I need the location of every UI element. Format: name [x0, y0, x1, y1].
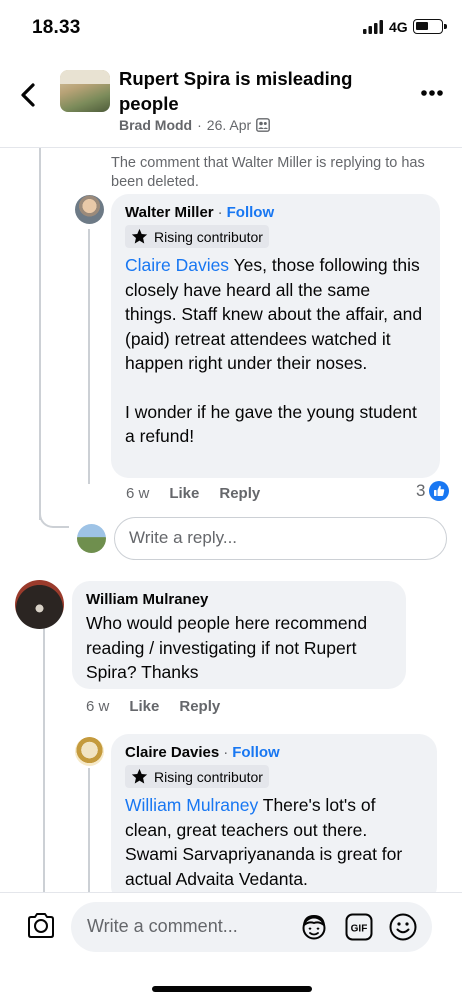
reply-button[interactable]: Reply [219, 485, 260, 502]
post-meta: Brad Modd · 26. Apr [119, 117, 271, 133]
comment-actions: 6 w Like Reply [126, 485, 260, 502]
status-time: 18.33 [32, 17, 81, 38]
post-title[interactable]: Rupert Spira is misleading people [119, 66, 389, 116]
emoji-icon[interactable] [389, 913, 417, 941]
post-date: 26. Apr [206, 117, 252, 133]
deleted-comment-note: The comment that Walter Miller is replyi… [111, 155, 425, 190]
camera-icon[interactable] [25, 911, 57, 941]
comment-author[interactable]: Walter Miller [125, 204, 214, 221]
network-label: 4G [389, 19, 408, 35]
avatar[interactable] [15, 580, 64, 629]
like-icon [429, 481, 450, 501]
like-button[interactable]: Like [129, 698, 159, 715]
follow-button[interactable]: Follow [232, 744, 280, 761]
comment-text: Claire Davies Yes, those following this … [125, 253, 426, 449]
back-icon[interactable] [18, 82, 40, 108]
comment-time: 6 w [126, 485, 150, 502]
post-header: Rupert Spira is misleading people Brad M… [0, 56, 462, 148]
star-icon [131, 228, 148, 244]
avatar[interactable] [75, 195, 104, 224]
comment-header: William Mulraney [86, 591, 392, 608]
comment-body-2: I wonder if he gave the young student a … [125, 401, 417, 447]
home-indicator [152, 986, 312, 992]
comment-actions: 6 w Like Reply [86, 698, 220, 715]
comment-author[interactable]: Claire Davies [125, 744, 219, 761]
avatar-sticker-icon[interactable] [299, 913, 329, 941]
badge-label: Rising contributor [154, 228, 263, 245]
comment-header: Claire Davies · Follow [125, 744, 423, 761]
meta-separator: · [197, 117, 202, 133]
current-user-avatar [77, 524, 106, 553]
comment-input[interactable]: Write a comment... GIF [71, 902, 432, 952]
status-bar: 18.33 4G [0, 0, 462, 56]
comment-thread: The comment that Walter Miller is replyi… [0, 148, 462, 892]
members-icon [256, 118, 271, 132]
comment-time: 6 w [86, 698, 110, 715]
signal-icon [363, 20, 383, 34]
thread-line [39, 148, 41, 520]
reaction-count: 3 [416, 481, 426, 500]
mention-link[interactable]: William Mulraney [125, 795, 258, 815]
mention-link[interactable]: Claire Davies [125, 255, 229, 275]
comment-bubble: Walter Miller · Follow Rising contributo… [111, 194, 440, 478]
comment-composer: Write a comment... GIF [0, 892, 462, 1000]
contributor-badge: Rising contributor [125, 225, 269, 248]
comment-bubble: Claire Davies · Follow Rising contributo… [111, 734, 437, 892]
thread-line [88, 229, 90, 484]
star-icon [131, 768, 148, 784]
post-author[interactable]: Brad Modd [119, 117, 192, 133]
like-button[interactable]: Like [169, 485, 199, 502]
thread-line [88, 768, 90, 892]
group-thumbnail[interactable] [60, 70, 110, 112]
comment-author[interactable]: William Mulraney [86, 591, 208, 608]
reply-button[interactable]: Reply [179, 698, 220, 715]
reaction-summary[interactable]: 3 [416, 481, 450, 501]
comment-text: William Mulraney There's lot's of clean,… [125, 793, 423, 891]
avatar[interactable] [75, 737, 104, 766]
battery-icon [413, 19, 447, 34]
comment-placeholder: Write a comment... [87, 916, 238, 936]
contributor-badge: Rising contributor [125, 765, 269, 788]
gif-icon[interactable]: GIF [345, 913, 373, 941]
reply-input[interactable]: Write a reply... [114, 517, 447, 560]
thread-line-curve [39, 510, 69, 528]
comment-bubble: William Mulraney Who would people here r… [72, 581, 406, 689]
more-icon[interactable] [420, 89, 444, 97]
separator: · [223, 744, 229, 761]
svg-text:GIF: GIF [351, 924, 368, 935]
separator: · [217, 204, 223, 221]
comment-header: Walter Miller · Follow [125, 204, 426, 221]
comment-body: Who would people here recommend reading … [86, 613, 368, 682]
follow-button[interactable]: Follow [227, 204, 275, 221]
badge-label: Rising contributor [154, 768, 263, 785]
thread-line [43, 626, 45, 892]
